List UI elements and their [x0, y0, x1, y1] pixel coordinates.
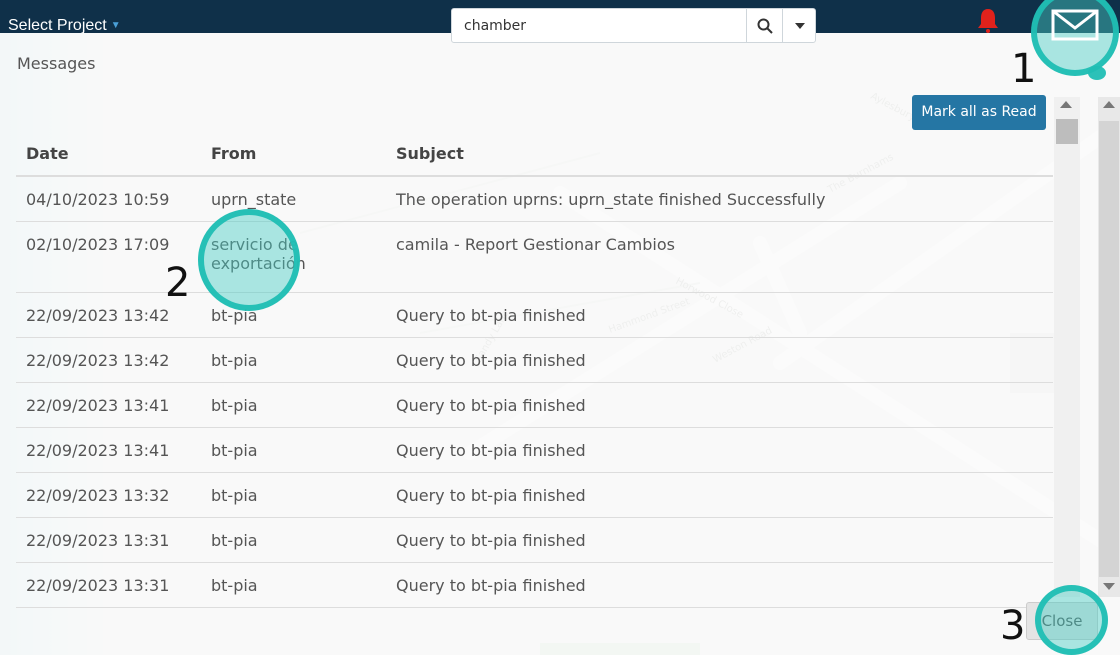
annotation-number-2: 2 — [165, 260, 191, 306]
annotation-marker-3 — [1035, 585, 1108, 655]
cell-from: bt-pia — [201, 337, 386, 383]
table-row[interactable]: 22/09/2023 13:31 bt-pia Query to bt-pia fi… — [16, 562, 1053, 608]
cell-date: 22/09/2023 13:41 — [16, 427, 201, 473]
cell-subject: Query to bt-pia finished — [386, 382, 1053, 428]
annotation-number-1: 1 — [1011, 46, 1037, 92]
table-row[interactable]: 22/09/2023 13:42 bt-pia Query to bt-pia fi… — [16, 337, 1053, 383]
annotation-marker-2 — [198, 209, 300, 311]
annotation-marker-1-tail — [1088, 66, 1106, 80]
column-header-subject: Subject — [386, 132, 1053, 177]
notification-bell-icon[interactable] — [975, 7, 1001, 33]
table-scrollbar[interactable] — [1054, 97, 1080, 597]
cell-date: 04/10/2023 10:59 — [16, 176, 201, 222]
scroll-up-arrow-icon[interactable] — [1060, 101, 1072, 108]
scrollbar-thumb[interactable] — [1056, 119, 1078, 144]
caret-down-icon — [795, 22, 805, 29]
messages-table: Date From Subject 04/10/2023 10:59 uprn_s… — [16, 132, 1053, 608]
cell-subject: Query to bt-pia finished — [386, 562, 1053, 608]
table-row[interactable]: 04/10/2023 10:59 uprn_state The operation … — [16, 176, 1053, 222]
cell-date: 22/09/2023 13:32 — [16, 472, 201, 518]
cell-subject: Query to bt-pia finished — [386, 292, 1053, 338]
cell-from: bt-pia — [201, 427, 386, 473]
column-header-from: From — [201, 132, 386, 177]
cell-from: bt-pia — [201, 382, 386, 428]
annotation-number-3: 3 — [1000, 603, 1026, 649]
cell-subject: camila - Report Gestionar Cambios — [386, 221, 1053, 293]
cell-subject: Query to bt-pia finished — [386, 472, 1053, 518]
cell-from: bt-pia — [201, 472, 386, 518]
cell-date: 22/09/2023 13:31 — [16, 562, 201, 608]
scroll-down-arrow-icon[interactable] — [1103, 583, 1115, 590]
cell-subject: Query to bt-pia finished — [386, 517, 1053, 563]
cell-subject: The operation uprns: uprn_state finished… — [386, 176, 1053, 222]
table-row[interactable]: 22/09/2023 13:41 bt-pia Query to bt-pia fi… — [16, 427, 1053, 473]
cell-subject: Query to bt-pia finished — [386, 427, 1053, 473]
cell-from: bt-pia — [201, 562, 386, 608]
cell-subject: Query to bt-pia finished — [386, 337, 1053, 383]
table-row[interactable]: 22/09/2023 13:32 bt-pia Query to bt-pia fi… — [16, 472, 1053, 518]
column-header-date: Date — [16, 132, 201, 177]
table-header-row: Date From Subject — [16, 132, 1053, 177]
mark-all-read-button[interactable]: Mark all as Read — [912, 95, 1046, 130]
cell-date: 22/09/2023 13:42 — [16, 337, 201, 383]
cell-date: 22/09/2023 13:31 — [16, 517, 201, 563]
cell-date: 22/09/2023 13:41 — [16, 382, 201, 428]
search-icon — [757, 18, 773, 34]
scroll-up-arrow-icon[interactable] — [1103, 101, 1115, 108]
search-input[interactable] — [452, 9, 746, 42]
scrollbar-thumb[interactable] — [1099, 121, 1119, 577]
cell-from: bt-pia — [201, 517, 386, 563]
select-project-label: Select Project — [8, 17, 107, 34]
search-options-button[interactable] — [782, 9, 817, 42]
caret-down-icon: ▼ — [110, 20, 121, 31]
mail-icon[interactable] — [1050, 6, 1100, 44]
messages-title: Messages — [17, 54, 96, 73]
search-button[interactable] — [746, 9, 783, 42]
table-row[interactable]: 22/09/2023 13:41 bt-pia Query to bt-pia fi… — [16, 382, 1053, 428]
modal-scrollbar[interactable] — [1098, 97, 1120, 597]
search-bar — [451, 8, 816, 43]
table-row[interactable]: 22/09/2023 13:31 bt-pia Query to bt-pia fi… — [16, 517, 1053, 563]
